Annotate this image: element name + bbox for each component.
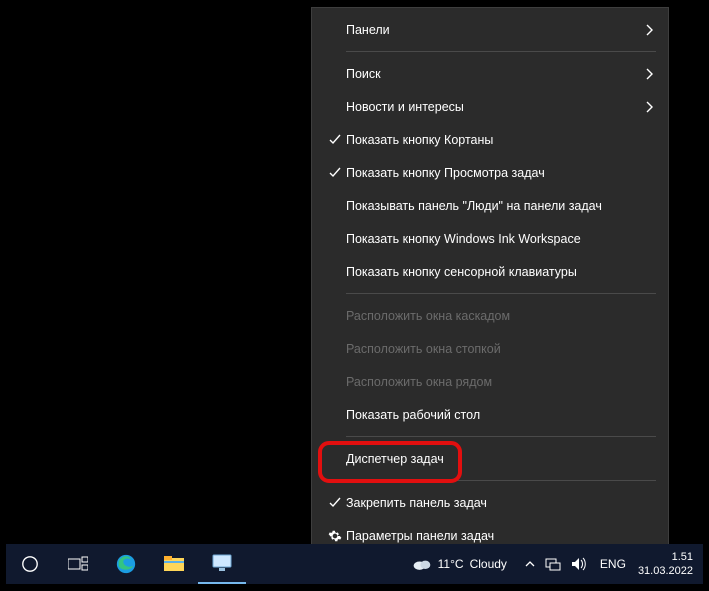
edge-button[interactable] xyxy=(102,544,150,584)
clock[interactable]: 1.51 31.03.2022 xyxy=(632,550,703,578)
menu-item-label: Расположить окна рядом xyxy=(346,375,654,389)
chevron-right-icon xyxy=(638,101,654,113)
menu-item-task-manager[interactable]: Диспетчер задач xyxy=(312,442,668,475)
taskbar: 11°C Cloudy ENG 1.51 31.03.2022 xyxy=(6,544,703,584)
menu-item-label: Поиск xyxy=(346,67,638,81)
menu-item-label: Новости и интересы xyxy=(346,100,638,114)
menu-separator xyxy=(346,293,656,294)
language-indicator[interactable]: ENG xyxy=(594,557,632,571)
menu-item-search[interactable]: Поиск xyxy=(312,57,668,90)
menu-item-label: Показать рабочий стол xyxy=(346,408,654,422)
menu-item-label: Расположить окна каскадом xyxy=(346,309,654,323)
menu-item-side-windows: Расположить окна рядом xyxy=(312,365,668,398)
lang-label: ENG xyxy=(600,557,626,571)
network-icon[interactable] xyxy=(545,557,561,571)
system-tray: 11°C Cloudy ENG 1.51 31.03.2022 xyxy=(408,544,703,584)
check-icon xyxy=(324,167,346,179)
menu-item-label: Показать кнопку Windows Ink Workspace xyxy=(346,232,654,246)
menu-item-ink-workspace[interactable]: Показать кнопку Windows Ink Workspace xyxy=(312,222,668,255)
volume-icon[interactable] xyxy=(571,557,586,571)
file-explorer-button[interactable] xyxy=(150,544,198,584)
folder-icon xyxy=(164,556,184,572)
taskbar-context-menu: Панели Поиск Новости и интересы Показать… xyxy=(311,7,669,559)
cortana-button[interactable] xyxy=(6,544,54,584)
menu-item-panels[interactable]: Панели xyxy=(312,13,668,46)
menu-item-stack-windows: Расположить окна стопкой xyxy=(312,332,668,365)
clock-date: 31.03.2022 xyxy=(638,564,693,578)
menu-separator xyxy=(346,480,656,481)
task-view-icon xyxy=(68,556,88,572)
weather-cond: Cloudy xyxy=(470,557,507,571)
cortana-icon xyxy=(21,555,39,573)
gear-icon xyxy=(324,529,346,543)
menu-item-label: Показать кнопку Кортаны xyxy=(346,133,654,147)
weather-temp: 11°C xyxy=(438,557,464,571)
check-icon xyxy=(324,134,346,146)
menu-item-label: Расположить окна стопкой xyxy=(346,342,654,356)
monitor-icon xyxy=(212,554,232,572)
menu-item-lock-taskbar[interactable]: Закрепить панель задач xyxy=(312,486,668,519)
menu-item-show-desktop[interactable]: Показать рабочий стол xyxy=(312,398,668,431)
menu-item-cascade-windows: Расположить окна каскадом xyxy=(312,299,668,332)
menu-item-label: Показать кнопку сенсорной клавиатуры xyxy=(346,265,654,279)
menu-item-people-bar[interactable]: Показывать панель "Люди" на панели задач xyxy=(312,189,668,222)
cloud-icon xyxy=(412,556,432,572)
menu-separator xyxy=(346,51,656,52)
weather-widget[interactable]: 11°C Cloudy xyxy=(408,556,517,572)
menu-item-label: Параметры панели задач xyxy=(346,529,654,543)
chevron-right-icon xyxy=(638,24,654,36)
menu-item-label: Панели xyxy=(346,23,638,37)
task-view-button[interactable] xyxy=(54,544,102,584)
menu-item-taskview-button[interactable]: Показать кнопку Просмотра задач xyxy=(312,156,668,189)
menu-item-touch-keyboard[interactable]: Показать кнопку сенсорной клавиатуры xyxy=(312,255,668,288)
menu-item-label: Закрепить панель задач xyxy=(346,496,654,510)
chevron-right-icon xyxy=(638,68,654,80)
menu-item-cortana-button[interactable]: Показать кнопку Кортаны xyxy=(312,123,668,156)
menu-item-label: Диспетчер задач xyxy=(346,452,654,466)
menu-item-label: Показывать панель "Люди" на панели задач xyxy=(346,199,654,213)
tray-chevron-up-icon[interactable] xyxy=(525,560,535,568)
menu-separator xyxy=(346,436,656,437)
clock-time: 1.51 xyxy=(638,550,693,564)
running-app-button[interactable] xyxy=(198,544,246,584)
check-icon xyxy=(324,497,346,509)
menu-item-label: Показать кнопку Просмотра задач xyxy=(346,166,654,180)
edge-icon xyxy=(115,553,137,575)
menu-item-news[interactable]: Новости и интересы xyxy=(312,90,668,123)
